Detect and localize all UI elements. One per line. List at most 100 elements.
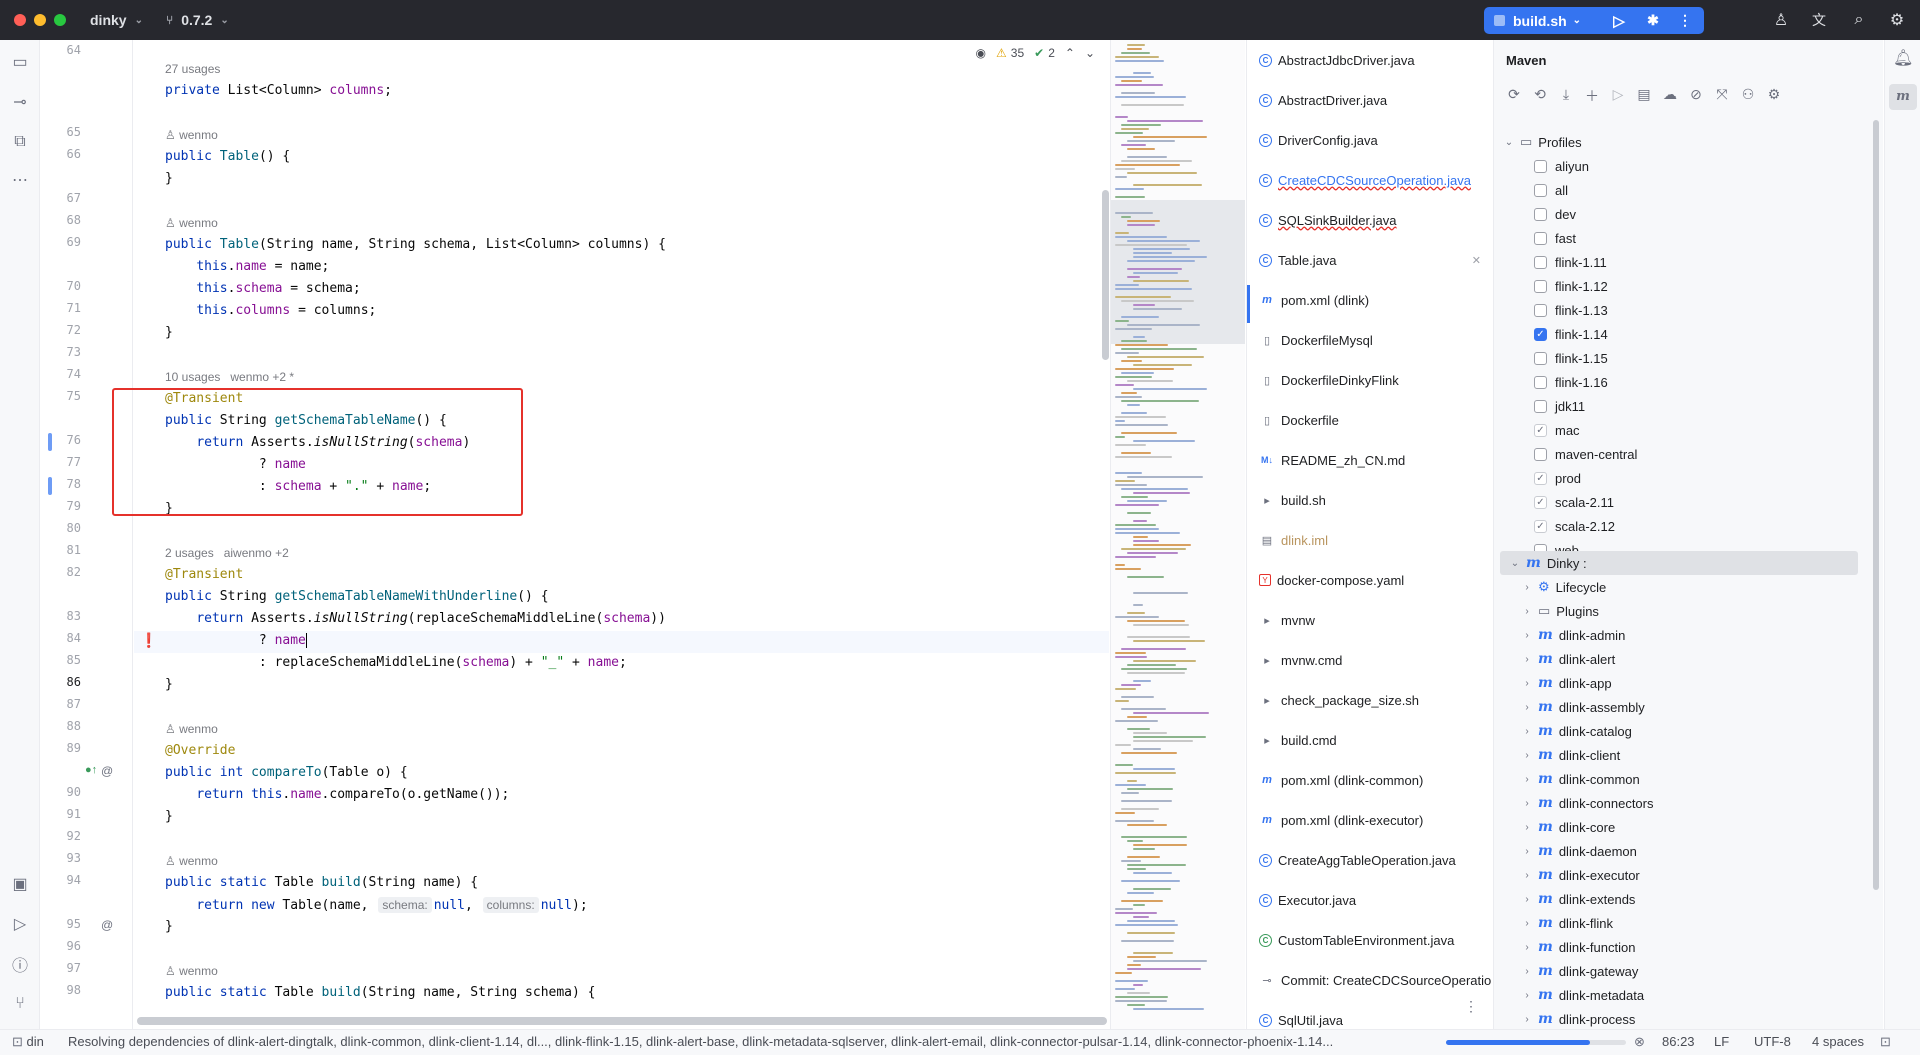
recent-file-item[interactable]: C Executor.java bbox=[1247, 880, 1492, 920]
recent-file-item[interactable]: ▸ check_package_size.sh bbox=[1247, 680, 1492, 720]
recent-file-item[interactable]: C CustomTableEnvironment.java bbox=[1247, 920, 1492, 960]
add-user-icon[interactable]: ♙ bbox=[1768, 7, 1794, 33]
recent-file-item[interactable]: m pom.xml (dlink-executor) bbox=[1247, 800, 1492, 840]
profile-checkbox[interactable] bbox=[1534, 255, 1547, 269]
reload-icon[interactable]: ⟳ bbox=[1504, 86, 1524, 110]
caret-position[interactable]: 86:23 bbox=[1662, 1034, 1695, 1049]
profile-item[interactable]: flink-1.15 bbox=[1494, 346, 1883, 370]
collapse-all-icon[interactable]: ⤧ bbox=[1712, 86, 1732, 110]
recent-file-item[interactable]: C AbstractDriver.java bbox=[1247, 80, 1492, 120]
code-vision-hint[interactable]: 2 usages aiwenmo +2 bbox=[165, 542, 289, 564]
maven-module-item[interactable]: › m dlink-metadata bbox=[1494, 983, 1883, 1007]
settings-icon[interactable]: ⚙ bbox=[1764, 86, 1784, 110]
skip-tests-icon[interactable]: ⊘ bbox=[1686, 86, 1706, 110]
minimize-window-button[interactable] bbox=[34, 14, 46, 26]
commit-icon[interactable]: ⊸ bbox=[8, 90, 32, 114]
profile-item[interactable]: fast bbox=[1494, 226, 1883, 250]
recent-file-item[interactable]: Ydocker-compose.yaml bbox=[1247, 560, 1492, 600]
profile-item[interactable]: maven-central bbox=[1494, 442, 1883, 466]
override-icon[interactable]: @ bbox=[101, 764, 113, 778]
profile-checkbox[interactable]: ✓ bbox=[1534, 495, 1547, 509]
profile-item[interactable]: ✓ prod bbox=[1494, 466, 1883, 490]
code-editor[interactable]: 64 65 66 67 68 69 70 71 72 73 74 75 76 7… bbox=[41, 40, 1109, 1029]
recent-file-item[interactable]: ▯ DockerfileDinkyFlink bbox=[1247, 360, 1492, 400]
recent-file-item[interactable]: ▸ mvnw bbox=[1247, 600, 1492, 640]
profiles-node[interactable]: ⌄ ▭ Profiles bbox=[1494, 130, 1883, 154]
recent-file-item[interactable]: ▸ mvnw.cmd bbox=[1247, 640, 1492, 680]
git-icon[interactable]: ⑂ bbox=[8, 992, 32, 1016]
reader-mode-icon[interactable]: ◉ bbox=[976, 46, 986, 60]
notifications-icon[interactable]: 🔔︎ bbox=[1893, 48, 1913, 68]
translate-icon[interactable]: 文 bbox=[1806, 7, 1832, 33]
recent-file-item[interactable]: m pom.xml (dlink-common) bbox=[1247, 760, 1492, 800]
recent-file-item[interactable]: C DriverConfig.java bbox=[1247, 120, 1492, 160]
horizontal-scrollbar[interactable] bbox=[137, 1017, 1107, 1025]
maven-module-item[interactable]: › m dlink-client bbox=[1494, 743, 1883, 767]
error-bulb-icon[interactable]: ❗ bbox=[140, 632, 157, 649]
code-vision-author[interactable]: ♙ wenmo bbox=[165, 960, 218, 982]
execute-goal-icon[interactable]: ▤ bbox=[1634, 86, 1654, 110]
more-actions-icon[interactable]: ⋮ bbox=[1670, 12, 1700, 29]
maven-module-item[interactable]: › m dlink-function bbox=[1494, 935, 1883, 959]
recent-file-item[interactable]: C CreateAggTableOperation.java bbox=[1247, 840, 1492, 880]
recent-file-item[interactable]: ▤ dlink.iml bbox=[1247, 520, 1492, 560]
run-configuration-selector[interactable]: build.sh ⌄ bbox=[1484, 7, 1602, 34]
project-selector[interactable]: dinky ⌄ bbox=[90, 0, 143, 40]
line-separator[interactable]: LF bbox=[1714, 1034, 1729, 1049]
maven-module-item[interactable]: › m dlink-catalog bbox=[1494, 719, 1883, 743]
profile-checkbox[interactable] bbox=[1534, 399, 1547, 413]
problems-icon[interactable]: ⓘ bbox=[8, 952, 32, 976]
profile-checkbox[interactable]: ✓ bbox=[1534, 423, 1547, 437]
code-vision-author[interactable]: ♙ wenmo bbox=[165, 124, 218, 146]
maven-module-item[interactable]: › m dlink-common bbox=[1494, 767, 1883, 791]
profile-checkbox[interactable] bbox=[1534, 279, 1547, 293]
recent-file-item[interactable]: C SQLSinkBuilder.java bbox=[1247, 200, 1492, 240]
code-vision-author[interactable]: ♙ wenmo bbox=[165, 212, 218, 234]
maven-module-item[interactable]: › m dlink-extends bbox=[1494, 887, 1883, 911]
profile-checkbox[interactable] bbox=[1534, 351, 1547, 365]
profile-item[interactable]: ✓ scala-2.12 bbox=[1494, 514, 1883, 538]
code-vision-author[interactable]: ♙ wenmo bbox=[165, 718, 218, 740]
maven-module-item[interactable]: › m dlink-app bbox=[1494, 671, 1883, 695]
maven-module-item[interactable]: › m dlink-core bbox=[1494, 815, 1883, 839]
background-task-message[interactable]: Resolving dependencies of dlink-alert-di… bbox=[68, 1034, 1438, 1049]
plugins-node[interactable]: › ▭ Plugins bbox=[1494, 599, 1883, 623]
profile-item[interactable]: flink-1.13 bbox=[1494, 298, 1883, 322]
maven-tool-icon[interactable]: m bbox=[1889, 84, 1917, 110]
more-tools-icon[interactable]: ⋯ bbox=[8, 168, 32, 192]
profile-item[interactable]: dev bbox=[1494, 202, 1883, 226]
recent-file-item[interactable]: m pom.xml (dlink) bbox=[1247, 280, 1492, 320]
more-options-icon[interactable]: ⋮ bbox=[1464, 998, 1478, 1015]
maven-module-item[interactable]: › m dlink-connectors bbox=[1494, 791, 1883, 815]
maven-module-item[interactable]: › m dlink-flink bbox=[1494, 911, 1883, 935]
profile-item[interactable]: all bbox=[1494, 178, 1883, 202]
add-icon[interactable]: ＋ bbox=[1582, 86, 1602, 110]
recent-file-item[interactable]: ⊸ Commit: CreateCDCSourceOperation bbox=[1247, 960, 1492, 1000]
profile-checkbox[interactable]: ✓ bbox=[1534, 471, 1547, 485]
maven-module-item[interactable]: › m dlink-alert bbox=[1494, 647, 1883, 671]
run-tool-icon[interactable]: ▷ bbox=[8, 912, 32, 936]
file-encoding[interactable]: UTF-8 bbox=[1754, 1034, 1791, 1049]
recent-file-item[interactable]: ▸ build.cmd bbox=[1247, 720, 1492, 760]
show-dependencies-icon[interactable]: ⚇ bbox=[1738, 86, 1758, 110]
vertical-scrollbar[interactable] bbox=[1102, 190, 1109, 360]
profile-item[interactable]: ✓ flink-1.14 bbox=[1494, 322, 1883, 346]
debug-icon[interactable]: ✱ bbox=[1636, 12, 1670, 29]
code-vision-hint[interactable]: 10 usages wenmo +2 * bbox=[165, 366, 294, 388]
close-window-button[interactable] bbox=[14, 14, 26, 26]
maven-module-item[interactable]: › m dlink-executor bbox=[1494, 863, 1883, 887]
profile-item[interactable]: flink-1.11 bbox=[1494, 250, 1883, 274]
maven-module-item[interactable]: › m dlink-process bbox=[1494, 1007, 1883, 1029]
cancel-task-icon[interactable]: ⊗ bbox=[1634, 1034, 1645, 1050]
recent-file-item[interactable]: ▸ build.sh bbox=[1247, 480, 1492, 520]
profile-checkbox[interactable] bbox=[1534, 159, 1547, 173]
terminal-icon[interactable]: ▣ bbox=[8, 872, 32, 896]
profile-checkbox[interactable] bbox=[1534, 207, 1547, 221]
profile-checkbox[interactable] bbox=[1534, 447, 1547, 461]
profile-checkbox[interactable] bbox=[1534, 231, 1547, 245]
recent-file-item[interactable]: C Table.java ✕ bbox=[1247, 240, 1492, 280]
profile-checkbox[interactable] bbox=[1534, 183, 1547, 197]
override-icon[interactable]: @ bbox=[101, 918, 113, 932]
maven-module-item[interactable]: › m dlink-assembly bbox=[1494, 695, 1883, 719]
run-maven-icon[interactable]: ▷ bbox=[1608, 86, 1628, 110]
